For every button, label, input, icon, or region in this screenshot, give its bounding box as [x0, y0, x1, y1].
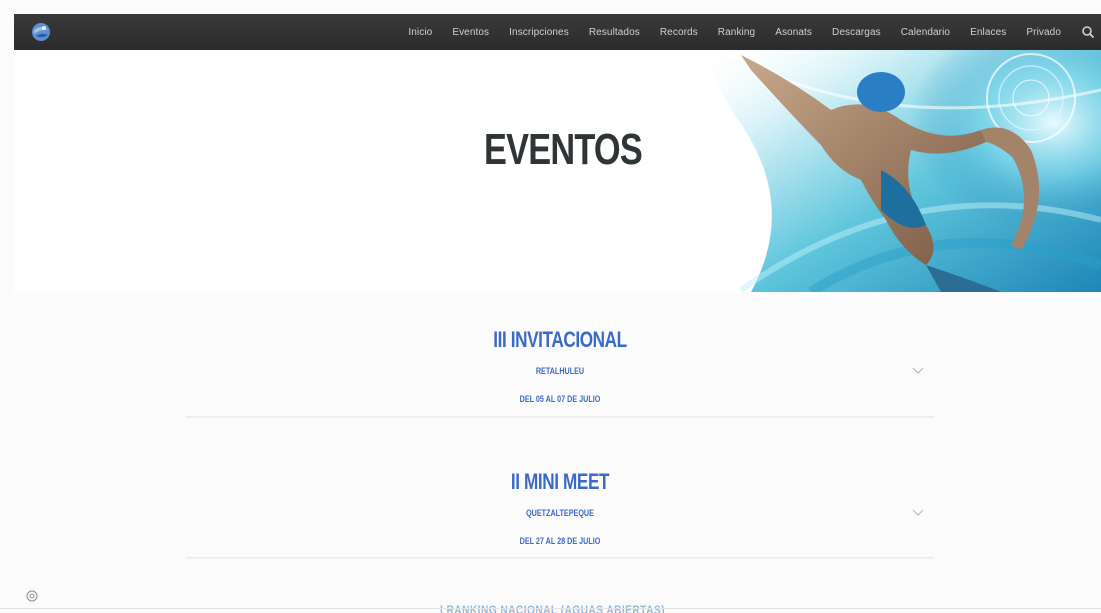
swimmer-banner-image — [701, 50, 1101, 292]
chevron-down-icon[interactable] — [912, 362, 924, 374]
chevron-down-icon[interactable] — [912, 504, 924, 516]
nav-item-enlaces[interactable]: Enlaces — [970, 27, 1006, 38]
section-divider — [0, 608, 1101, 609]
nav-item-resultados[interactable]: Resultados — [589, 27, 640, 38]
nav-item-asonats[interactable]: Asonats — [775, 27, 812, 38]
event-date: DEL 27 AL 28 DE JULIO — [519, 536, 601, 546]
nav-item-inscripciones[interactable]: Inscripciones — [509, 27, 569, 38]
event-date: DEL 05 AL 07 DE JULIO — [519, 394, 601, 404]
nav-item-eventos[interactable]: Eventos — [452, 27, 489, 38]
page-title: EVENTOS — [484, 125, 643, 174]
event-item[interactable]: II MINI MEET QUETZALTEPEQUE DEL 27 AL 28… — [186, 471, 934, 559]
event-title[interactable]: II MINI MEET — [268, 471, 851, 493]
search-icon[interactable] — [1081, 25, 1095, 39]
event-divider — [186, 557, 934, 559]
nav-item-descargas[interactable]: Descargas — [832, 27, 881, 38]
nav-item-ranking[interactable]: Ranking — [718, 27, 755, 38]
event-divider — [186, 416, 934, 418]
nav-item-privado[interactable]: Privado — [1026, 27, 1061, 38]
event-location: QUETZALTEPEQUE — [526, 508, 594, 518]
event-location: RETALHULEU — [535, 366, 585, 376]
top-navigation-bar: Inicio Eventos Inscripciones Resultados … — [14, 14, 1101, 50]
logo-icon[interactable] — [30, 21, 52, 43]
page: Inicio Eventos Inscripciones Resultados … — [0, 0, 1101, 613]
nav-item-calendario[interactable]: Calendario — [901, 27, 950, 38]
nav-item-inicio[interactable]: Inicio — [408, 27, 432, 38]
main-nav: Inicio Eventos Inscripciones Resultados … — [408, 14, 1101, 50]
event-item[interactable]: III INVITACIONAL RETALHULEU DEL 05 AL 07… — [186, 329, 934, 418]
nav-item-records[interactable]: Records — [660, 27, 698, 38]
hero-banner: EVENTOS — [14, 50, 1101, 292]
event-title[interactable]: III INVITACIONAL — [268, 329, 851, 351]
info-icon[interactable] — [26, 589, 38, 602]
